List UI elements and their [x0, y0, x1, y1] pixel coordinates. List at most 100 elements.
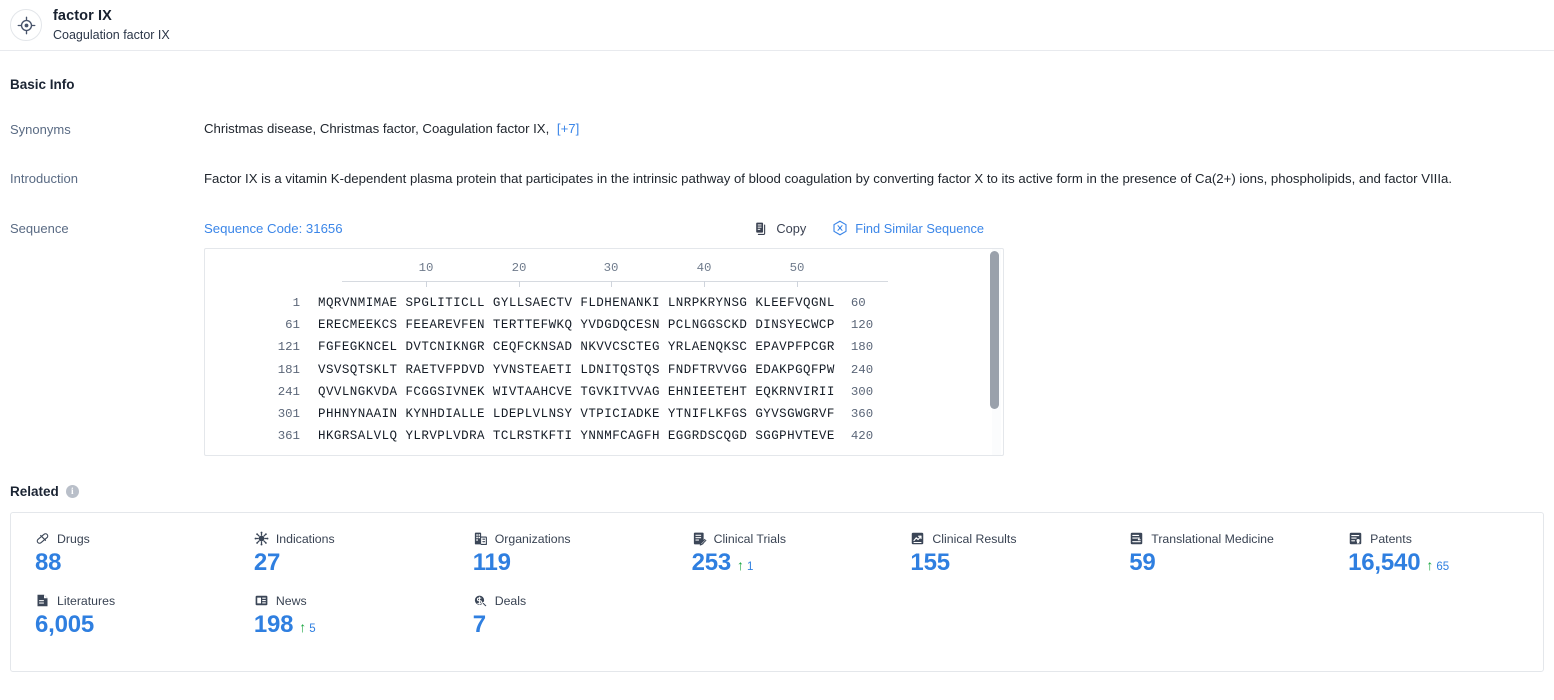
- stat-literatures[interactable]: Literatures 6,005: [11, 593, 230, 639]
- stat-value-row: 6,005: [35, 611, 230, 639]
- stat-value: 198: [253, 611, 294, 639]
- stat-delta-value: 65: [1436, 561, 1450, 574]
- stat-value-row: 88: [35, 549, 230, 577]
- ruler-baseline: [342, 281, 888, 283]
- stat-delta: ↑ 5: [299, 620, 315, 635]
- stat-value-row: 27: [254, 549, 449, 577]
- arrow-up-icon: ↑: [299, 619, 307, 636]
- stat-clinical-results[interactable]: Clinical Results 155: [886, 531, 1105, 577]
- stat-news[interactable]: News 198 ↑ 5: [230, 593, 449, 639]
- introduction-label: Introduction: [10, 171, 78, 186]
- stat-value-row: 7: [473, 611, 668, 639]
- page-content: Basic Info Synonyms Christmas disease, C…: [0, 77, 1554, 673]
- stat-value: 7: [472, 611, 486, 639]
- stat-value: 88: [35, 549, 62, 577]
- stat-value-row: 198 ↑ 5: [254, 611, 449, 639]
- sequence-scrollbar-track[interactable]: [990, 249, 1001, 456]
- stat-value: 119: [472, 549, 511, 577]
- stat-label: Clinical Trials: [713, 531, 786, 546]
- synonyms-more-link[interactable]: [+7]: [557, 121, 579, 136]
- find-similar-sequence-button[interactable]: Find Similar Sequence: [832, 220, 984, 236]
- stat-deals[interactable]: Deals 7: [449, 593, 668, 639]
- sequence-line: 1 MQRVNMIMAE SPGLITICLL GYLLSAECTV FLDHEN…: [205, 291, 1003, 313]
- stat-label-row: Translational Medicine: [1129, 531, 1324, 546]
- sequence-start-index: 61: [285, 317, 300, 332]
- pill-icon: [35, 531, 50, 546]
- find-similar-label: Find Similar Sequence: [855, 220, 984, 236]
- ruler-tick-label: 40: [696, 261, 712, 276]
- stat-delta: ↑ 1: [737, 558, 753, 573]
- virus-icon: [254, 531, 269, 546]
- stat-value-row: 119: [473, 549, 668, 577]
- copy-icon: [754, 221, 769, 236]
- sequence-ruler: 10 20 30 40 50: [342, 261, 888, 291]
- sequence-start-index: 301: [277, 407, 300, 422]
- sequence-end-index: 300: [850, 384, 874, 399]
- introduction-row: Introduction Factor IX is a vitamin K-de…: [10, 170, 1544, 188]
- arrow-up-icon: ↑: [737, 557, 745, 574]
- sequence-start-index: 181: [277, 362, 300, 377]
- stat-label-row: Literatures: [35, 593, 230, 608]
- ruler-tick-label: 30: [603, 261, 619, 276]
- basic-info-heading: Basic Info: [10, 77, 75, 92]
- news-icon: [254, 593, 269, 608]
- sequence-residues: MQRVNMIMAE SPGLITICLL GYLLSAECTV FLDHENA…: [318, 295, 835, 310]
- sequence-header: Sequence Code: 31656 Copy Find Similar S…: [204, 220, 1544, 236]
- hexagon-sequence-icon: [832, 220, 848, 236]
- stat-organizations[interactable]: Organizations 119: [449, 531, 668, 577]
- synonym-item: Coagulation factor IX,: [422, 121, 550, 136]
- target-crosshair-icon: [10, 9, 42, 41]
- sequence-viewer[interactable]: 10 20 30 40 50 1 MQRVNMIMAE SPGLITICLL GY…: [204, 248, 1004, 457]
- sequence-body: Sequence Code: 31656 Copy Find Similar S…: [204, 220, 1544, 236]
- sequence-line: 241 QVVLNGKVDA FCGGSIVNEK WIVTAAHCVE TGVK…: [205, 381, 1003, 403]
- sequence-end-index: 360: [850, 407, 874, 422]
- stat-translational-medicine[interactable]: Translational Medicine 59: [1105, 531, 1324, 577]
- literature-icon: [35, 593, 50, 608]
- stat-label: Patents: [1370, 531, 1412, 546]
- stat-label: Drugs: [57, 531, 90, 546]
- sequence-start-index: 241: [277, 384, 300, 399]
- arrow-up-icon: ↑: [1426, 557, 1434, 574]
- stat-value: 253: [691, 549, 732, 577]
- sequence-line: 181 VSVSQTSKLT RAETVFPDVD YVNSTEAETI LDNI…: [205, 358, 1003, 380]
- stat-label: Translational Medicine: [1151, 531, 1274, 546]
- stat-value: 16,540: [1348, 549, 1421, 577]
- stat-delta-value: 5: [309, 623, 316, 636]
- sequence-actions: Copy Find Similar Sequence: [754, 220, 1544, 236]
- related-stats-card: Drugs 88 Indications 27 Organizations 119 Clin…: [10, 512, 1544, 673]
- clinical-result-icon: [910, 531, 925, 546]
- stat-value: 6,005: [35, 611, 95, 639]
- sequence-line: 61 ERECMEEKCS FEEAREVFEN TERTTEFWKQ YVDGD…: [205, 314, 1003, 336]
- sequence-line: 121 FGFEGKNCEL DVTCNIKNGR CEQFCKNSAD NKVV…: [205, 336, 1003, 358]
- stat-value-row: 253 ↑ 1: [692, 549, 887, 577]
- sequence-start-index: 361: [277, 429, 300, 444]
- sequence-content: 10 20 30 40 50 1 MQRVNMIMAE SPGLITICLL GY…: [205, 249, 1003, 447]
- stat-value: 27: [253, 549, 281, 577]
- info-icon[interactable]: i: [65, 485, 79, 499]
- copy-button[interactable]: Copy: [754, 221, 806, 236]
- stat-drugs[interactable]: Drugs 88: [11, 531, 230, 577]
- sequence-line: 301 PHHNYNAAIN KYNHDIALLE LDEPLVLNSY VTPI…: [205, 403, 1003, 425]
- ruler-tick-mark: [704, 281, 705, 288]
- sequence-end-index: 60: [850, 295, 866, 310]
- synonym-item: Christmas disease,: [204, 121, 317, 136]
- page-header: factor IX Coagulation factor IX: [0, 0, 1554, 51]
- sequence-end-index: 420: [850, 429, 874, 444]
- stat-value-row: 16,540 ↑ 65: [1348, 549, 1543, 577]
- stat-patents[interactable]: Patents 16,540 ↑ 65: [1324, 531, 1543, 577]
- sequence-label: Sequence: [10, 221, 69, 237]
- stat-label: Clinical Results: [932, 531, 1017, 546]
- stat-clinical-trials[interactable]: Clinical Trials 253 ↑ 1: [668, 531, 887, 577]
- sequence-code-link[interactable]: Sequence Code: 31656: [204, 221, 343, 236]
- building-icon: [473, 531, 488, 546]
- translational-medicine-icon: [1129, 531, 1144, 546]
- sequence-start-index: 1: [292, 295, 300, 310]
- stat-indications[interactable]: Indications 27: [230, 531, 449, 577]
- stat-label: Deals: [494, 593, 527, 608]
- ruler-tick-mark: [519, 281, 520, 288]
- patent-icon: [1348, 531, 1363, 546]
- stat-value-row: 59: [1129, 549, 1324, 577]
- synonym-item: Christmas factor,: [319, 121, 419, 136]
- sequence-scrollbar-thumb[interactable]: [990, 251, 999, 410]
- sequence-line: 361 HKGRSALVLQ YLRVPLVDRA TCLRSTKFTI YNNM…: [205, 425, 1003, 447]
